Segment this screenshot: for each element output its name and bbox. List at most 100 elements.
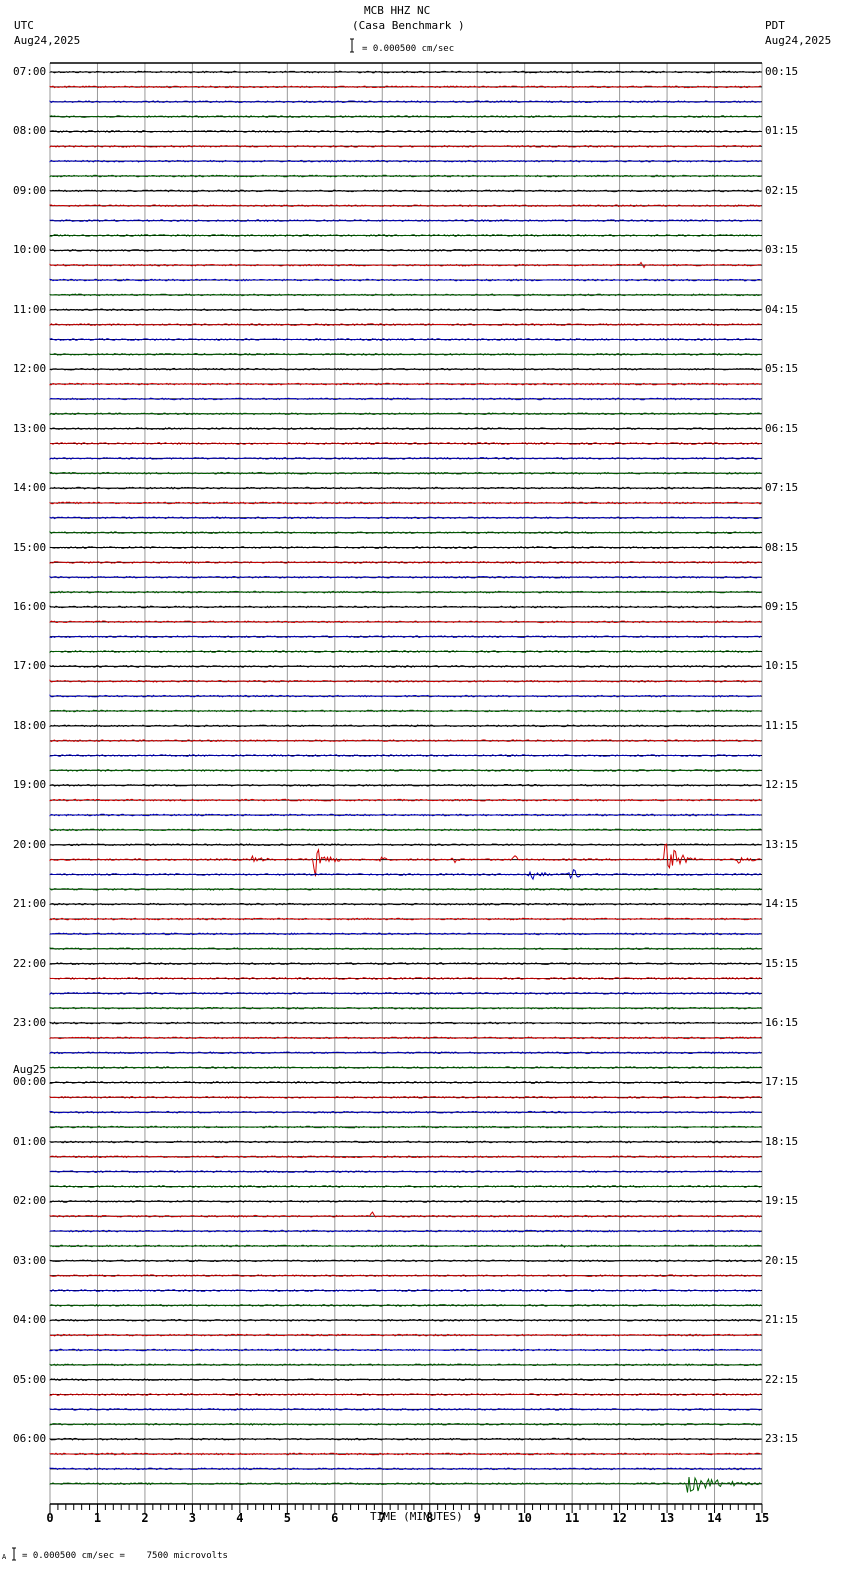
pdt-hour-label: 01:15	[765, 124, 799, 138]
x-tick-label: 4	[236, 1511, 243, 1525]
utc-hour-label: 04:00	[13, 1313, 47, 1327]
seismic-trace	[49, 1211, 762, 1218]
seismic-trace	[49, 308, 762, 312]
seismic-trace	[49, 248, 762, 252]
pdt-hour-label: 16:15	[765, 1016, 799, 1030]
seismic-trace	[49, 352, 762, 356]
x-tick-label: 0	[46, 1511, 53, 1525]
seismogram-plot: 0 1 2 3 4 5 6 7 8 9 10 11 12 13 14 15	[12, 38, 769, 1561]
seismic-trace	[49, 620, 762, 624]
utc-hour-label: 21:00	[13, 897, 47, 911]
pdt-hour-label: 12:15	[765, 778, 799, 792]
seismic-trace	[49, 694, 762, 698]
pdt-hour-label: 05:15	[765, 362, 799, 376]
pdt-hour-label: 19:15	[765, 1194, 799, 1208]
utc-hour-label: 01:00	[13, 1134, 47, 1148]
pdt-hour-label: 08:15	[765, 540, 799, 554]
seismic-trace	[49, 530, 762, 535]
x-tick-label: 2	[141, 1511, 148, 1525]
utc-hour-label: 18:00	[13, 718, 47, 732]
utc-hour-label: 12:00	[13, 362, 47, 376]
seismic-trace	[49, 1244, 762, 1248]
x-tick-label: 9	[474, 1511, 481, 1525]
seismic-trace	[49, 650, 762, 654]
pdt-hour-label: 20:15	[765, 1253, 799, 1267]
x-tick-label: 3	[189, 1511, 196, 1525]
utc-hour-label: 06:00	[13, 1432, 47, 1446]
seismic-trace	[49, 917, 762, 921]
seismic-trace	[49, 947, 762, 951]
seismic-trace	[49, 486, 762, 490]
x-tick-label: 11	[565, 1511, 579, 1525]
x-tick-label: 7	[379, 1511, 386, 1525]
scale-bar-icon	[350, 38, 354, 53]
pdt-hour-label: 13:15	[765, 837, 799, 851]
seismic-trace	[49, 1155, 762, 1159]
pdt-hour-label: 00:15	[765, 65, 799, 78]
pdt-hour-label: 09:15	[765, 599, 799, 613]
seismic-trace	[49, 1333, 762, 1337]
pdt-hour-label: 10:15	[765, 659, 799, 673]
seismic-trace	[49, 501, 761, 505]
seismic-trace	[49, 575, 762, 579]
pdt-hour-label: 14:15	[765, 897, 799, 911]
footer-scale-bar-icon	[12, 1547, 16, 1561]
pdt-hour-label: 21:15	[765, 1313, 799, 1327]
utc-hour-label: 05:00	[13, 1372, 47, 1386]
pdt-hour-label: 11:15	[765, 718, 799, 732]
utc-hour-label: 20:00	[13, 837, 47, 851]
seismic-trace	[49, 323, 762, 327]
x-tick-label: 5	[284, 1511, 291, 1525]
utc-hour-label: 02:00	[13, 1194, 47, 1208]
pdt-hour-label: 23:15	[765, 1432, 799, 1446]
x-tick-label: 15	[755, 1511, 769, 1525]
seismic-trace	[49, 1476, 762, 1493]
seismic-trace	[49, 338, 762, 341]
x-tick-label: 8	[426, 1511, 433, 1525]
utc-hour-label: 23:00	[13, 1016, 47, 1030]
pdt-hour-label: 15:15	[765, 956, 799, 970]
seismic-trace	[49, 828, 761, 832]
utc-hour-label: 03:00	[13, 1253, 47, 1267]
seismic-trace	[49, 739, 762, 743]
date-change-label: Aug25	[13, 1063, 47, 1077]
pdt-hour-label: 03:15	[765, 243, 799, 257]
seismic-trace	[49, 1303, 762, 1307]
utc-hour-label: 10:00	[13, 243, 47, 257]
seismic-trace	[49, 204, 762, 208]
seismic-trace	[49, 427, 762, 431]
footer-marker: A	[2, 1553, 7, 1561]
utc-hour-label: 17:00	[13, 659, 47, 673]
pdt-hour-label: 04:15	[765, 302, 799, 316]
seismic-trace	[49, 590, 762, 594]
seismic-trace	[49, 843, 762, 877]
seismic-trace	[49, 991, 762, 996]
x-tick-label: 10	[517, 1511, 531, 1525]
x-tick-label: 1	[94, 1511, 101, 1525]
seismic-trace	[49, 1363, 762, 1367]
x-tick-label: 14	[707, 1511, 721, 1525]
pdt-hour-label: 17:15	[765, 1075, 799, 1089]
x-tick-label: 12	[612, 1511, 626, 1525]
seismic-trace	[49, 1185, 762, 1188]
pdt-hour-label: 02:15	[765, 183, 799, 197]
pdt-hour-label: 07:15	[765, 481, 799, 495]
pdt-hour-label: 18:15	[765, 1134, 799, 1148]
utc-hour-label: 19:00	[13, 778, 47, 792]
seismic-trace	[49, 261, 762, 269]
utc-hour-label: 22:00	[13, 956, 47, 970]
seismic-trace	[49, 1110, 762, 1114]
utc-hour-label: 09:00	[13, 183, 47, 197]
seismic-trace	[49, 85, 762, 89]
seismic-trace	[49, 367, 762, 371]
utc-hour-label: 07:00	[13, 65, 47, 78]
seismic-trace	[49, 219, 762, 223]
pdt-hour-label: 06:15	[765, 421, 799, 435]
utc-hour-label: 15:00	[13, 540, 47, 554]
seismic-trace	[49, 516, 762, 520]
helicorder-page: { "header": { "title": "MCB HHZ NC", "su…	[0, 0, 850, 1584]
seismic-trace	[49, 397, 762, 401]
utc-hour-label: 16:00	[13, 599, 47, 613]
x-tick-label: 6	[331, 1511, 338, 1525]
seismic-trace	[49, 768, 762, 772]
